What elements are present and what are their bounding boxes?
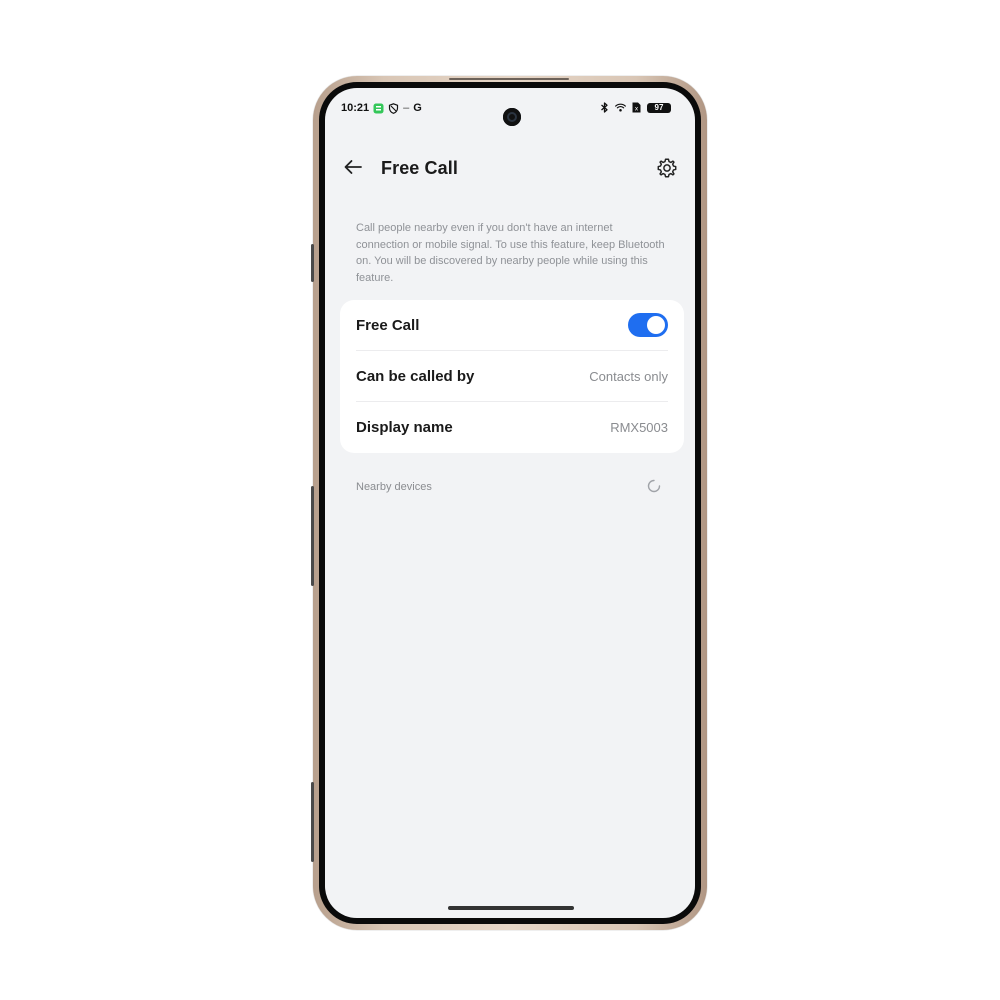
phone-speaker-slit xyxy=(449,78,569,80)
app-notification-icon xyxy=(373,103,384,114)
can-be-called-by-label: Can be called by xyxy=(356,367,475,385)
status-time: 10:21 xyxy=(341,102,370,114)
can-be-called-by-value: Contacts only xyxy=(589,368,668,384)
phone-frame: 10:21 – G x 97 Free Call Call people nea… xyxy=(311,76,707,930)
front-camera xyxy=(503,108,521,126)
free-call-row[interactable]: Free Call xyxy=(356,300,668,350)
bluetooth-icon xyxy=(599,102,610,113)
display-name-label: Display name xyxy=(356,418,453,436)
status-dash: – xyxy=(403,102,410,114)
screen: 10:21 – G x 97 Free Call Call people nea… xyxy=(325,88,695,918)
display-name-value: RMX5003 xyxy=(610,419,668,435)
settings-button[interactable] xyxy=(655,156,679,180)
phone-side-button xyxy=(311,486,314,586)
status-g-label: G xyxy=(413,102,422,114)
can-be-called-by-row[interactable]: Can be called by Contacts only xyxy=(356,351,668,401)
phone-side-button xyxy=(311,244,314,282)
free-call-toggle[interactable] xyxy=(628,313,668,337)
status-left: 10:21 – G xyxy=(341,102,422,114)
battery-icon: 97 xyxy=(647,102,671,113)
wifi-icon xyxy=(615,102,626,113)
display-name-row[interactable]: Display name RMX5003 xyxy=(356,402,668,452)
spinner-icon xyxy=(647,479,661,493)
sim-icon: x xyxy=(631,102,642,113)
page-title: Free Call xyxy=(381,158,458,178)
toggle-knob xyxy=(647,316,665,334)
home-indicator[interactable] xyxy=(448,906,574,910)
free-call-label: Free Call xyxy=(356,316,420,334)
app-header: Free Call xyxy=(325,150,695,184)
gear-icon xyxy=(656,157,678,179)
arrow-left-icon xyxy=(343,159,363,175)
phone-side-button xyxy=(311,782,314,862)
feature-description: Call people nearby even if you don't hav… xyxy=(356,222,665,284)
back-button[interactable] xyxy=(341,156,365,178)
shield-icon xyxy=(388,102,399,114)
status-right: x 97 xyxy=(599,102,671,113)
svg-text:x: x xyxy=(635,106,639,113)
settings-card: Free Call Can be called by Contacts only… xyxy=(340,300,684,453)
status-bar: 10:21 – G x 97 xyxy=(325,88,695,126)
nearby-devices-label: Nearby devices xyxy=(356,481,432,493)
phone-bezel: 10:21 – G x 97 Free Call Call people nea… xyxy=(319,82,701,924)
